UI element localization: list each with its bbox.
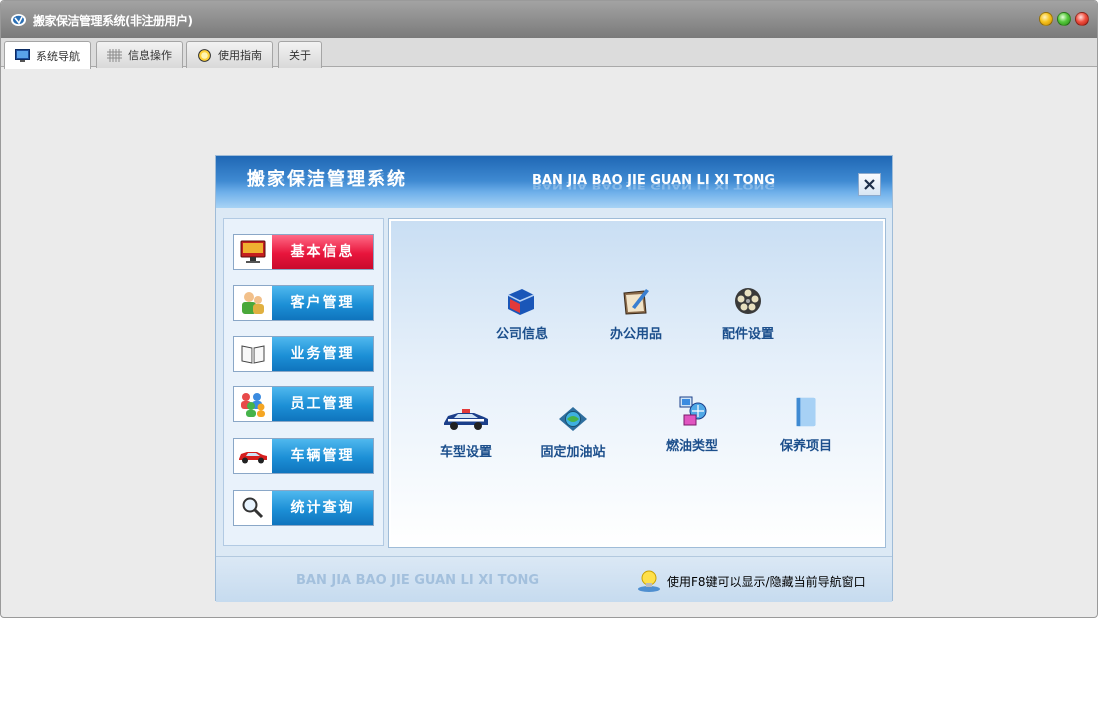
menu-basic-info[interactable]: 基本信息: [233, 234, 374, 270]
police-car-icon: [444, 409, 488, 430]
book-stack-icon: [796, 397, 816, 427]
footer-brand-text: BAN JIA BAO JIE GUAN LI XI TONG: [296, 573, 540, 588]
tab-info-operation[interactable]: 信息操作: [96, 41, 183, 68]
tab-strip: 系统导航 信息操作 使用指南 关于: [1, 38, 1097, 69]
item-label: 公司信息: [495, 327, 548, 342]
menu-statistics-query[interactable]: 统计查询: [233, 490, 374, 526]
menu-label: 业务管理: [272, 337, 373, 371]
close-window-button[interactable]: [1075, 12, 1089, 26]
menu-employee-management[interactable]: 员工管理: [233, 386, 374, 422]
function-content-area: 公司信息 办公用品 配件设置 车型设置 固定加油站 燃油类型 保养项目: [388, 218, 886, 548]
nav-subtitle-reflection: BAN JIA BAO JIE GUAN LI XI TONG: [532, 181, 776, 190]
nav-menu: 基本信息 客户管理 业务管理 员工管理 车辆管理 统计查询: [223, 218, 384, 546]
title-bar[interactable]: 搬家保洁管理系统(非注册用户): [1, 1, 1097, 38]
maximize-button[interactable]: [1057, 12, 1071, 26]
window-controls: [1039, 12, 1089, 26]
item-parts-settings[interactable]: 配件设置: [713, 285, 783, 342]
menu-label: 基本信息: [272, 235, 373, 269]
item-label: 办公用品: [609, 327, 662, 342]
item-label: 固定加油站: [540, 445, 606, 460]
item-fuel-type[interactable]: 燃油类型: [657, 393, 727, 454]
footer-hint: 使用F8键可以显示/隐藏当前导航窗口: [636, 569, 866, 593]
people-icon: [242, 292, 264, 314]
grid-icon: [107, 48, 122, 62]
menu-icon-box: [234, 439, 272, 473]
window-title: 搬家保洁管理系统(非注册用户): [33, 14, 193, 28]
nav-footer: BAN JIA BAO JIE GUAN LI XI TONG 使用F8键可以显…: [216, 556, 892, 602]
help-circle-icon: [198, 48, 211, 62]
item-office-supplies[interactable]: 办公用品: [601, 285, 671, 342]
app-logo-icon: [11, 14, 26, 26]
menu-customer-management[interactable]: 客户管理: [233, 285, 374, 321]
car-icon: [239, 452, 267, 464]
magnifier-icon: [242, 497, 264, 519]
book-icon: [241, 345, 265, 364]
item-fixed-gas-station[interactable]: 固定加油站: [531, 403, 615, 460]
tab-label: 系统导航: [36, 49, 80, 63]
nav-close-button[interactable]: [858, 173, 881, 196]
monitor-icon: [15, 49, 30, 62]
tab-system-navigation[interactable]: 系统导航: [4, 41, 91, 69]
nav-header: 搬家保洁管理系统 搬家保洁管理系统 BAN JIA BAO JIE GUAN L…: [216, 156, 892, 208]
navigation-panel: 搬家保洁管理系统 搬家保洁管理系统 BAN JIA BAO JIE GUAN L…: [215, 155, 893, 602]
tab-about[interactable]: 关于: [278, 41, 322, 68]
footer-hint-text: 使用F8键可以显示/隐藏当前导航窗口: [667, 574, 866, 589]
item-label: 车型设置: [439, 445, 492, 460]
item-label: 保养项目: [779, 439, 832, 454]
team-icon: [241, 393, 265, 417]
network-icon: [679, 396, 707, 426]
tab-label: 信息操作: [128, 49, 172, 62]
menu-label: 车辆管理: [272, 439, 373, 473]
app-window: 搬家保洁管理系统(非注册用户) 系统导航 信息操作 使用指南 关于 搬家保洁管理…: [0, 0, 1098, 618]
item-label: 配件设置: [721, 327, 774, 342]
folder-icon: [507, 289, 535, 315]
pen-folder-icon: [623, 289, 649, 315]
lightbulb-icon: [638, 570, 660, 592]
monitor-icon: [240, 240, 266, 263]
menu-icon-box: [234, 491, 272, 525]
menu-icon-box: [234, 235, 272, 269]
nav-title-reflection: 搬家保洁管理系统: [247, 170, 407, 183]
menu-label: 客户管理: [272, 286, 373, 320]
close-icon: [864, 179, 875, 190]
menu-icon-box: [234, 286, 272, 320]
menu-business-management[interactable]: 业务管理: [233, 336, 374, 372]
film-reel-icon: [735, 288, 761, 314]
menu-icon-box: [234, 387, 272, 421]
menu-label: 统计查询: [272, 491, 373, 525]
menu-label: 员工管理: [272, 387, 373, 421]
minimize-button[interactable]: [1039, 12, 1053, 26]
menu-icon-box: [234, 337, 272, 371]
tab-user-guide[interactable]: 使用指南: [186, 41, 273, 68]
menu-vehicle-management[interactable]: 车辆管理: [233, 438, 374, 474]
globe-icon: [559, 407, 587, 431]
item-maintenance-items[interactable]: 保养项目: [771, 395, 841, 454]
item-company-info[interactable]: 公司信息: [487, 285, 557, 342]
item-vehicle-type-settings[interactable]: 车型设置: [431, 403, 501, 460]
tab-label: 关于: [289, 49, 311, 62]
tab-label: 使用指南: [218, 49, 262, 62]
item-label: 燃油类型: [665, 439, 718, 454]
